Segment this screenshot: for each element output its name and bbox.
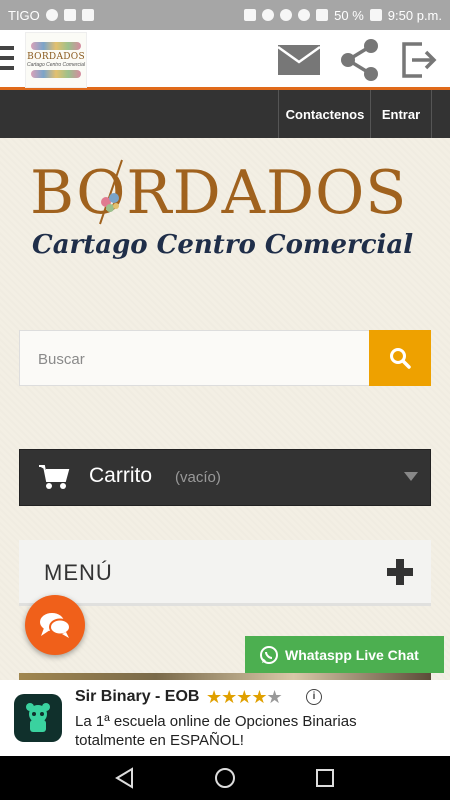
wifi-icon — [298, 9, 311, 21]
recents-icon[interactable] — [313, 766, 337, 790]
app-logo[interactable]: BORDADOS Cartago Centro Comercial — [25, 32, 87, 88]
home-icon[interactable] — [213, 766, 237, 790]
ad-app-icon[interactable] — [14, 694, 62, 742]
search-bar — [19, 330, 431, 387]
logo-flowers — [31, 42, 81, 50]
ad-stars-filled: ★★★★ — [206, 687, 268, 707]
status-left: TIGO — [8, 8, 94, 23]
carrier-label: TIGO — [8, 7, 40, 23]
app-logo-title: BORDADOS — [27, 52, 85, 62]
brand-title: BORDADOS — [30, 158, 408, 228]
ad-rating-stars: ★★★★★ — [206, 687, 283, 708]
store-logo[interactable]: BORDADOS Cartago Centro Comercial — [30, 158, 420, 268]
back-icon[interactable] — [113, 766, 137, 790]
ad-banner[interactable]: Sir Binary - EOB ★★★★★ i La 1ª escuela o… — [0, 680, 450, 756]
notification-icon — [45, 9, 58, 21]
search-input[interactable] — [20, 331, 390, 387]
cart-status: (vacío) — [175, 469, 221, 486]
contact-link[interactable]: Contactenos — [278, 90, 371, 138]
search-icon — [390, 348, 411, 369]
system-nav-bar — [0, 756, 450, 800]
menu-toggle[interactable]: MENÚ — [19, 540, 431, 606]
whatsapp-chat-button[interactable]: Whataspp Live Chat — [245, 636, 444, 673]
plus-icon — [387, 559, 413, 585]
device-icon — [81, 9, 94, 21]
banner-image-edge — [19, 673, 431, 680]
ad-description[interactable]: La 1ª escuela online de Opciones Binaria… — [75, 712, 415, 750]
login-link[interactable]: Entrar — [370, 90, 432, 138]
chat-button[interactable] — [25, 595, 85, 655]
menu-icon[interactable] — [0, 46, 14, 70]
vibrate-icon — [244, 9, 257, 21]
ad-star-empty: ★ — [266, 687, 283, 707]
battery-level: 50 % — [334, 7, 364, 23]
app-bar: BORDADOS Cartago Centro Comercial — [0, 30, 450, 90]
info-icon[interactable]: i — [306, 689, 322, 705]
menu-label: MENÚ — [44, 560, 113, 585]
battery-icon — [369, 9, 382, 21]
alarm-icon — [262, 9, 275, 21]
logo-flowers — [31, 70, 81, 78]
status-right: 50 % 9:50 p.m. — [244, 8, 442, 23]
search-button[interactable] — [369, 330, 431, 386]
eye-icon — [280, 9, 293, 21]
ad-title[interactable]: Sir Binary - EOB — [75, 688, 199, 706]
cart-dropdown[interactable]: Carrito (vacío) — [19, 449, 431, 506]
play-icon — [63, 9, 76, 21]
clock: 9:50 p.m. — [387, 7, 442, 23]
top-navbar: Contactenos Entrar — [0, 90, 450, 138]
cart-icon — [39, 465, 70, 489]
chat-icon — [40, 613, 71, 638]
status-bar: TIGO 50 % 9:50 p.m. — [0, 0, 450, 30]
cart-label: Carrito — [89, 464, 153, 487]
chevron-down-icon — [404, 472, 418, 481]
needle-flower-icon — [99, 159, 123, 225]
app-logo-subtitle: Cartago Centro Comercial — [26, 62, 86, 68]
mail-icon[interactable] — [277, 40, 321, 80]
brand-subtitle: Cartago Centro Comercial — [32, 230, 414, 260]
share-icon[interactable] — [338, 39, 382, 81]
whatsapp-label: Whataspp Live Chat — [285, 646, 419, 663]
signal-icon — [316, 9, 329, 21]
whatsapp-icon — [260, 645, 278, 664]
logout-icon[interactable] — [398, 40, 442, 80]
